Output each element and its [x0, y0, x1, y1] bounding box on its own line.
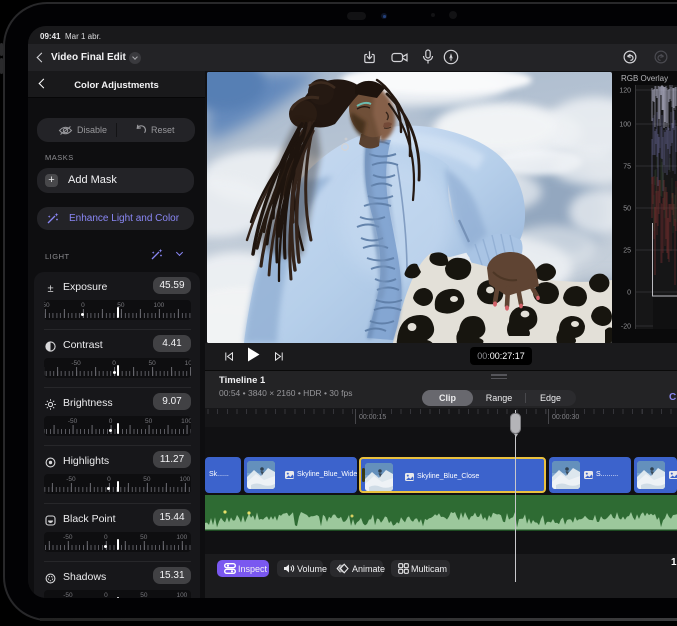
- svg-text:120: 120: [619, 88, 631, 95]
- svg-text:-20: -20: [621, 324, 631, 331]
- svg-text:RGB Overlay: RGB Overlay: [621, 74, 668, 83]
- svg-text:±: ±: [47, 283, 53, 294]
- svg-text:75: 75: [623, 164, 631, 171]
- svg-text:100: 100: [619, 122, 631, 129]
- svg-text:25: 25: [623, 248, 631, 255]
- svg-text:50: 50: [623, 206, 631, 213]
- svg-text:0: 0: [627, 290, 631, 297]
